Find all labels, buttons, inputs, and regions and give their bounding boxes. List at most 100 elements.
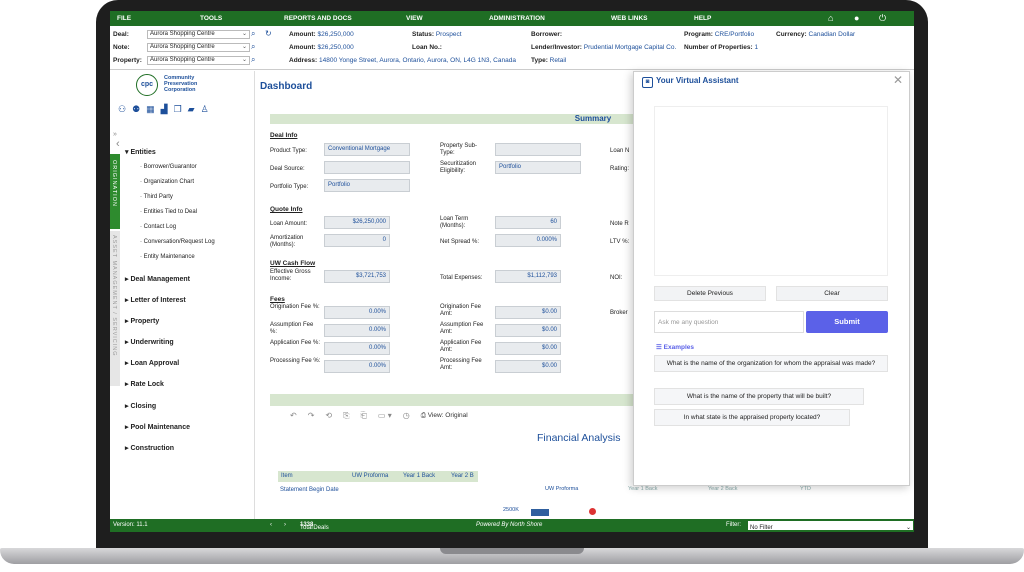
note-rate-label: Note R: [610, 221, 629, 227]
menu-file[interactable]: FILE: [117, 15, 131, 22]
view-original[interactable]: ⎙ View: Original: [421, 412, 468, 421]
status-field: Status: Prospect: [412, 31, 462, 38]
chart-col-year1: Year 1 Back: [628, 486, 658, 492]
reset-icon[interactable]: ⟲: [325, 411, 332, 421]
sidebar-item-rate-lock[interactable]: ▸ Rate Lock: [125, 380, 164, 388]
clock-icon[interactable]: ◷: [403, 411, 410, 421]
clear-button[interactable]: Clear: [776, 286, 888, 301]
deal-source-field[interactable]: [324, 161, 410, 174]
menu-tools[interactable]: TOOLS: [200, 15, 222, 22]
sidebar-subitem-contact-log[interactable]: · Contact Log: [140, 224, 176, 230]
format-icon[interactable]: ▭ ▾: [378, 411, 392, 421]
borrower-field: Borrower:: [531, 31, 563, 38]
note-select[interactable]: Aurora Shopping Centre ⌄: [147, 43, 250, 52]
search-icon[interactable]: ⌕: [251, 42, 255, 52]
sidebar-subitem-third-party[interactable]: · Third Party: [140, 194, 173, 200]
origination-fee-amt-label: Origination Fee Amt:: [440, 304, 482, 317]
tab-asset-management-servicing[interactable]: ASSET MANAGEMENT / SERVICING: [110, 231, 120, 386]
bar-chart-icon[interactable]: ▟: [161, 104, 168, 115]
search-icon[interactable]: ⌕: [251, 29, 255, 39]
people-icon[interactable]: ⚉: [132, 104, 140, 115]
fees-heading: Fees: [270, 296, 285, 303]
menu-help[interactable]: HELP: [694, 15, 711, 22]
redo-icon[interactable]: ↷: [308, 411, 315, 421]
loan-amount-field[interactable]: $26,250,000: [324, 216, 390, 229]
sidebar-subitem-entities-tied-to-deal[interactable]: · Entities Tied to Deal: [140, 209, 197, 215]
sidebar-item-underwriting[interactable]: ▸ Underwriting: [125, 338, 174, 346]
sidebar-item-letter-of-interest[interactable]: ▸ Letter of Interest: [125, 296, 186, 304]
deal-select[interactable]: Aurora Shopping Centre ⌄: [147, 30, 250, 39]
sidebar-subitem-conversation-request-log[interactable]: · Conversation/Request Log: [140, 239, 215, 245]
sidebar-subitem-borrower-guarantor[interactable]: · Borrower/Guarantor: [140, 164, 197, 170]
next-page-icon[interactable]: ›: [284, 522, 286, 528]
search-icon[interactable]: ⌕: [251, 55, 255, 65]
sidebar-item-closing[interactable]: ▸ Closing: [125, 402, 156, 410]
egi-field[interactable]: $3,721,753: [324, 270, 390, 283]
app-screen: FILE TOOLS REPORTS AND DOCS VIEW ADMINIS…: [110, 11, 914, 532]
ltv-label: LTV %:: [610, 239, 630, 245]
program-field: Program: CRE/Portfolio: [684, 31, 755, 38]
menu-view[interactable]: VIEW: [406, 15, 423, 22]
property-subtype-field[interactable]: [495, 143, 581, 156]
application-fee-pct-field[interactable]: 0.00%: [324, 342, 390, 355]
sidebar-item-deal-management[interactable]: ▸ Deal Management: [125, 275, 190, 283]
user-building-icon[interactable]: ♙: [201, 104, 209, 115]
property-select[interactable]: Aurora Shopping Centre ⌄: [147, 56, 250, 65]
delete-previous-button[interactable]: Delete Previous: [654, 286, 766, 301]
application-fee-amt-field[interactable]: $0.00: [495, 342, 561, 355]
amortization-field[interactable]: 0: [324, 234, 390, 247]
processing-fee-pct-field[interactable]: 0.00%: [324, 360, 390, 373]
financial-analysis-header-bar: [270, 394, 633, 406]
chart-point: [589, 508, 596, 515]
deal-source-label: Deal Source:: [270, 166, 305, 172]
loan-term-label: Loan Term (Months):: [440, 216, 469, 229]
sidebar-item-pool-maintenance[interactable]: ▸ Pool Maintenance: [125, 423, 190, 431]
examples-label: ☰ Examples: [656, 344, 694, 351]
collapse-chevron-icon[interactable]: »: [113, 131, 117, 138]
menu-web-links[interactable]: WEB LINKS: [611, 15, 647, 22]
portfolio-type-field[interactable]: Portfolio: [324, 179, 410, 192]
top-menu-bar: FILE TOOLS REPORTS AND DOCS VIEW ADMINIS…: [110, 11, 914, 26]
back-arrow-icon[interactable]: ‹: [116, 138, 120, 150]
submit-button[interactable]: Submit: [806, 311, 888, 333]
filter-select[interactable]: No Filter ⌄: [748, 521, 913, 531]
building-icon[interactable]: ▦: [146, 104, 155, 115]
undo-icon[interactable]: ↶: [290, 411, 297, 421]
menu-administration[interactable]: ADMINISTRATION: [489, 15, 545, 22]
example-question-1[interactable]: What is the name of the organization for…: [654, 355, 888, 372]
origination-fee-pct-field[interactable]: 0.00%: [324, 306, 390, 319]
prev-page-icon[interactable]: ‹: [270, 522, 272, 528]
sidebar-subitem-organization-chart[interactable]: · Organization Chart: [140, 179, 194, 185]
user-icon[interactable]: ●: [854, 13, 859, 23]
close-icon[interactable]: ✕: [893, 73, 903, 87]
paste-icon[interactable]: ⎗: [361, 411, 367, 421]
home-icon[interactable]: ⌂: [828, 13, 833, 23]
example-question-2[interactable]: What is the name of the property that wi…: [654, 388, 864, 405]
power-icon[interactable]: ⏻: [879, 13, 886, 24]
sidebar-item-property[interactable]: ▸ Property: [125, 317, 159, 325]
assumption-fee-amt-field[interactable]: $0.00: [495, 324, 561, 337]
net-spread-field[interactable]: 0.000%: [495, 234, 561, 247]
example-question-3[interactable]: In what state is the appraised property …: [654, 409, 850, 426]
total-expenses-field[interactable]: $1,112,793: [495, 270, 561, 283]
org-chart-icon[interactable]: ⚇: [118, 104, 126, 115]
securitization-field[interactable]: Portfolio: [495, 161, 581, 174]
virtual-assistant-panel: ◙ Your Virtual Assistant ✕ Delete Previou…: [633, 71, 910, 486]
refresh-icon[interactable]: ↻: [265, 29, 272, 38]
tab-origination[interactable]: ORIGINATION: [110, 154, 120, 229]
copy-icon[interactable]: ⎘: [343, 411, 349, 421]
question-input[interactable]: Ask me any question: [654, 311, 804, 333]
loan-term-field[interactable]: 60: [495, 216, 561, 229]
money-icon[interactable]: ▰: [188, 104, 195, 115]
sidebar-item-entities[interactable]: ▾ Entities: [125, 148, 156, 156]
assumption-fee-pct-field[interactable]: 0.00%: [324, 324, 390, 337]
product-type-field[interactable]: Conventional Mortgage: [324, 143, 410, 156]
origination-fee-pct-label: Origination Fee %:: [270, 304, 320, 310]
sidebar-item-construction[interactable]: ▸ Construction: [125, 444, 174, 452]
sidebar-subitem-entity-maintenance[interactable]: · Entity Maintenance: [140, 254, 195, 260]
documents-icon[interactable]: ❐: [174, 104, 182, 115]
sidebar-item-loan-approval[interactable]: ▸ Loan Approval: [125, 359, 179, 367]
menu-reports-and-docs[interactable]: REPORTS AND DOCS: [284, 15, 352, 22]
origination-fee-amt-field[interactable]: $0.00: [495, 306, 561, 319]
processing-fee-amt-field[interactable]: $0.00: [495, 360, 561, 373]
